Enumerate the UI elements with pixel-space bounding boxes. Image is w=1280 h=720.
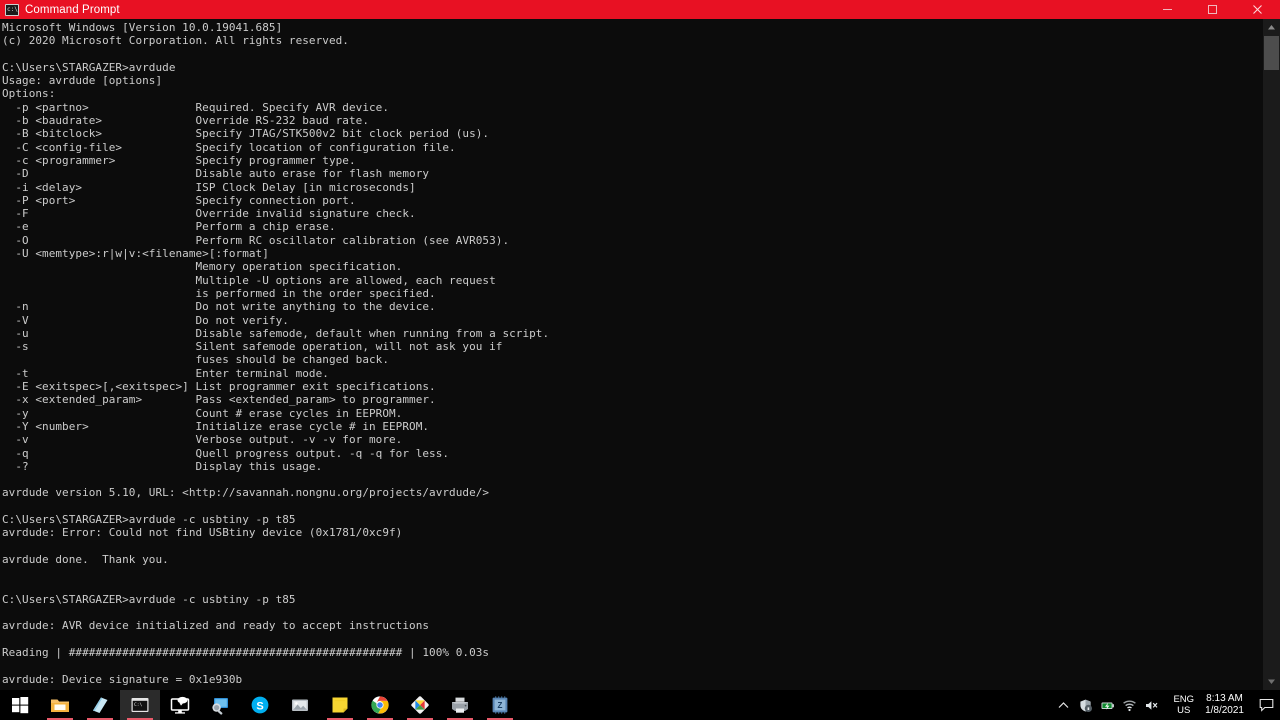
language-line-1: ENG [1173,694,1195,705]
notification-center-button[interactable] [1252,690,1280,720]
taskbar-item-command-prompt[interactable]: C:\ [120,690,160,720]
taskbar-item-remote-desktop[interactable] [160,690,200,720]
taskbar-app-list: C:\ S Z [0,690,520,720]
taskbar-item-sticky-notes[interactable] [320,690,360,720]
security-shield-icon[interactable] [1078,698,1093,713]
photos-icon [292,699,308,711]
start-button[interactable] [0,690,40,720]
minimize-button[interactable] [1145,0,1190,19]
clock-date: 1/8/2021 [1205,705,1244,716]
close-button[interactable] [1235,0,1280,19]
window-titlebar[interactable]: Command Prompt [0,0,1280,19]
taskbar-item-file-explorer[interactable] [40,690,80,720]
svg-text:Z: Z [498,701,503,710]
taskbar-item-google-chrome[interactable] [360,690,400,720]
chevron-up-icon[interactable] [1056,698,1071,713]
console-icon: C:\ [131,698,149,712]
scroll-up-button[interactable] [1263,19,1280,36]
console-icon [5,3,19,16]
taskbar-item-design-app[interactable] [400,690,440,720]
taskbar-item-arduino-app[interactable]: Z [480,690,520,720]
screen-search-icon [212,698,228,715]
window-title: Command Prompt [25,3,120,16]
windows-logo-icon [12,697,29,714]
notification-icon [1259,698,1273,712]
scrollbar-thumb[interactable] [1264,36,1279,70]
chrome-icon [371,696,389,714]
language-indicator[interactable]: ENG US [1166,694,1201,716]
wifi-icon[interactable] [1122,698,1137,713]
diamond-icon [411,696,429,714]
chip-icon: Z [492,696,508,714]
console-scrollbar[interactable] [1263,19,1280,690]
taskbar-item-photos[interactable] [280,690,320,720]
monitor-icon [170,696,190,714]
svg-text:S: S [256,701,263,713]
console-text: Microsoft Windows [Version 10.0.19041.68… [2,21,550,686]
taskbar-item-skype[interactable]: S [240,690,280,720]
skype-icon: S [251,696,269,714]
battery-icon[interactable] [1100,698,1115,713]
store-icon [93,697,108,713]
console-output-area[interactable]: Microsoft Windows [Version 10.0.19041.68… [0,19,1280,690]
scroll-down-button[interactable] [1263,673,1280,690]
scrollbar-track[interactable] [1263,36,1280,673]
desktop: Command Prompt Microsoft Windows [Versio… [0,0,1280,720]
clock[interactable]: 8:13 AM 1/8/2021 [1201,693,1252,717]
taskbar-item-printer-app[interactable] [440,690,480,720]
system-tray: ENG US 8:13 AM 1/8/2021 [1049,690,1280,720]
clock-time: 8:13 AM [1206,693,1243,704]
taskbar: C:\ S Z ENG US 8:13 AM 1/8/2021 [0,690,1280,720]
maximize-button[interactable] [1190,0,1235,19]
language-line-2: US [1177,705,1191,716]
svg-text:C:\: C:\ [134,702,143,708]
folder-icon [51,699,69,712]
speaker-muted-icon[interactable] [1144,698,1159,713]
printer-icon [452,697,468,713]
taskbar-item-screen-app[interactable] [200,690,240,720]
taskbar-item-microsoft-store[interactable] [80,690,120,720]
tray-icon-group [1049,698,1166,713]
sticky-note-icon [332,697,348,713]
